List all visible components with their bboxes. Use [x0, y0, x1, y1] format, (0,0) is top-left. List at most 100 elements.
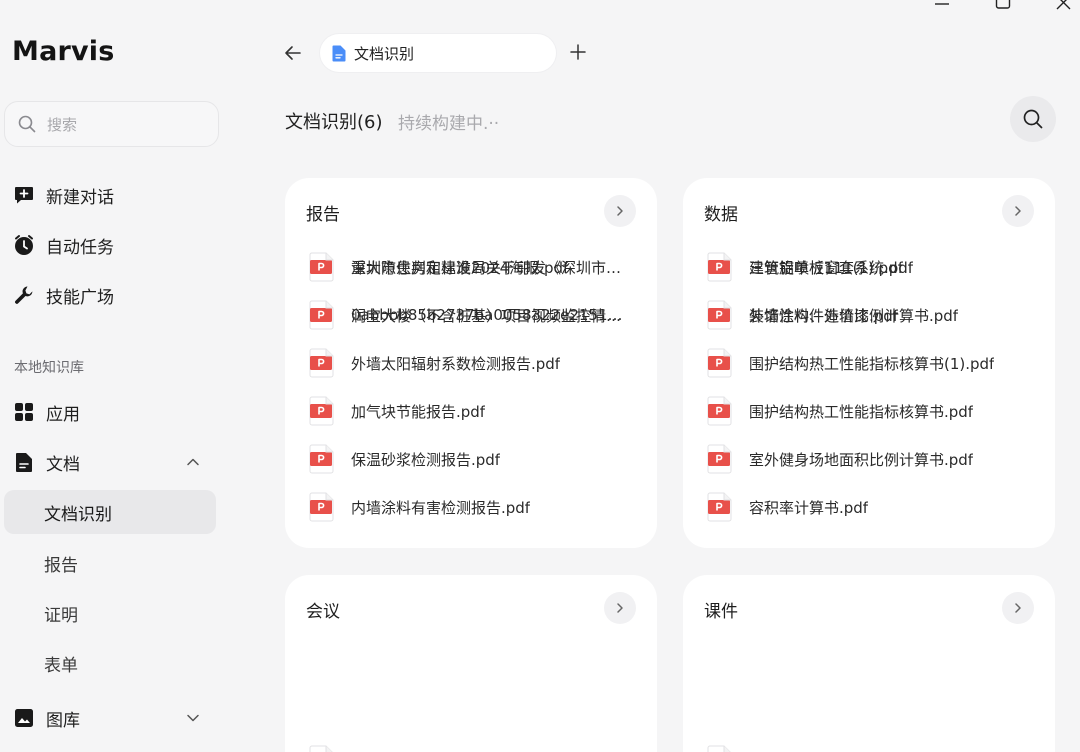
skills-market-label: 技能广场	[46, 287, 114, 308]
certificates-label: 证明	[44, 605, 78, 626]
pdf-file-icon	[707, 444, 733, 474]
file-item[interactable]: 室外健身场地面积比例计算书.pdf	[707, 443, 973, 475]
search-button[interactable]	[1010, 96, 1056, 142]
file-item[interactable]: 外墙涂料、外墙漆.pdf	[707, 299, 898, 331]
pdf-file-icon	[707, 300, 733, 330]
sidebar-search-input[interactable]: 搜索	[4, 101, 219, 147]
forms-label: 表单	[44, 655, 78, 676]
file-item[interactable]: 内墙涂料有害检测报告.pdf	[309, 491, 530, 523]
category-card: 数据 三管旋喷桩111(1).pdf 装饰性构件造价比例计算书.pdf 围护结构热工性…	[683, 178, 1055, 548]
file-name: 围护结构热工性能指标核算书.pdf	[749, 402, 974, 421]
apps-label: 应用	[46, 404, 80, 425]
wrench-icon	[12, 283, 36, 307]
chevron-down-icon[interactable]	[184, 709, 202, 727]
chevron-right-icon	[1015, 206, 1021, 216]
file-item[interactable]: 深圳市住房和建设局关于印发《深圳市建设工程.pdf	[309, 251, 629, 283]
tab-label: 文档识别	[354, 44, 415, 63]
card-expand-button[interactable]	[604, 592, 636, 624]
auto-task-label: 自动任务	[46, 237, 114, 258]
new-chat-button[interactable]: 新建对话	[12, 177, 114, 213]
pdf-file-icon	[309, 745, 335, 752]
document-tab-icon	[332, 45, 346, 61]
file-item[interactable]: 容积率计算书.pdf	[707, 491, 868, 523]
sidebar-item-forms[interactable]: 表单	[4, 641, 216, 685]
sidebar: Marvis 搜索 新建对话 自动任务 技能广场 本地知识库 应用 文档 文档识…	[0, 0, 234, 752]
card-expand-button[interactable]	[604, 195, 636, 227]
file-name: 围护结构热工性能指标核算书(1).pdf	[749, 354, 995, 373]
file-name: 内墙涂料有害检测报告.pdf	[351, 498, 531, 517]
chevron-right-icon	[617, 603, 623, 613]
new-chat-icon	[12, 183, 36, 207]
file-name: 建筑铝单板窗套系统.pdf	[749, 258, 914, 277]
pdf-file-icon	[707, 396, 733, 426]
file-name: 深圳市住房和建设局关于印发《深圳市建设工程.pdf	[351, 258, 629, 277]
grid-icon	[12, 400, 36, 424]
file-name: 外墙涂料、外墙漆.pdf	[749, 306, 899, 325]
sidebar-item-reports[interactable]: 报告	[4, 541, 216, 585]
search-placeholder: 搜索	[47, 115, 78, 134]
add-tab-icon[interactable]	[569, 43, 587, 61]
card-expand-button[interactable]	[1002, 195, 1034, 227]
clock-icon	[12, 233, 36, 257]
sidebar-item-gallery[interactable]: 图库	[12, 700, 80, 736]
file-item[interactable]: 建筑铝单板窗套系统.pdf	[707, 251, 913, 283]
category-card: 课件 建筑铝单板窗套系统.pdf 外墙涂料、外墙漆.pdf	[683, 252, 1055, 752]
card-title: 报告	[306, 205, 340, 225]
minimize-icon[interactable]	[934, 0, 950, 8]
category-card: 报告重大隐患判定标准2024海报.pdf润宝大楼（不含桩基）项目视频监控情况说明…	[285, 178, 657, 548]
pdf-file-icon	[309, 252, 335, 282]
doc-recognition-label: 文档识别	[44, 504, 112, 525]
file-item[interactable]: 外墙太阳辐射系数检测报告.pdf	[309, 347, 560, 379]
chevron-right-icon	[617, 206, 623, 216]
file-name: 外墙太阳辐射系数检测报告.pdf	[351, 354, 561, 373]
sidebar-item-certificates[interactable]: 证明	[4, 591, 216, 635]
card-title: 会议	[306, 602, 340, 622]
file-name: 加气块节能报告.pdf	[351, 402, 486, 421]
reports-label: 报告	[44, 555, 78, 576]
pdf-file-icon	[707, 252, 733, 282]
page-subtitle: 持续构建中.··	[398, 114, 500, 134]
pdf-file-icon	[707, 745, 733, 752]
search-icon	[1023, 109, 1043, 129]
search-icon	[18, 115, 36, 133]
maximize-icon[interactable]	[995, 0, 1011, 10]
back-arrow-icon[interactable]	[282, 42, 304, 64]
file-item[interactable]: 围护结构热工性能指标核算书(1).pdf	[707, 347, 994, 379]
file-item[interactable]: 0abbbb85b2737ba0058322e2151a08cd.pdf	[309, 299, 629, 331]
file-item[interactable]: 保温砂浆检测报告.pdf	[309, 443, 500, 475]
sidebar-item-apps[interactable]: 应用	[12, 394, 80, 430]
new-chat-label: 新建对话	[46, 187, 114, 208]
file-name: 0abbbb85b2737ba0058322e2151a08cd.pdf	[351, 306, 629, 324]
sidebar-item-doc-recognition[interactable]: 文档识别	[4, 490, 216, 534]
card-title: 课件	[704, 602, 738, 622]
local-knowledge-label: 本地知识库	[14, 360, 84, 376]
pdf-file-icon	[309, 444, 335, 474]
file-name: 保温砂浆检测报告.pdf	[351, 450, 501, 469]
page-title: 文档识别(6)	[285, 112, 383, 133]
document-icon	[12, 450, 36, 474]
pdf-file-icon	[309, 348, 335, 378]
file-item[interactable]: 围护结构热工性能指标核算书.pdf	[707, 395, 973, 427]
documents-label: 文档	[46, 454, 80, 475]
card-expand-button[interactable]	[1002, 592, 1034, 624]
skills-market-button[interactable]: 技能广场	[12, 277, 114, 313]
file-name: 室外健身场地面积比例计算书.pdf	[749, 450, 974, 469]
pdf-file-icon	[707, 492, 733, 522]
image-icon	[12, 706, 36, 730]
pdf-file-icon	[309, 492, 335, 522]
category-card: 会议 深圳市住房和建设局关于印发《深圳市建设工程.pdf 0abbbb85b2737…	[285, 252, 657, 752]
card-title: 数据	[704, 205, 738, 225]
file-item[interactable]: 加气块节能报告.pdf	[309, 395, 485, 427]
pdf-file-icon	[309, 300, 335, 330]
pdf-file-icon	[707, 348, 733, 378]
gallery-label: 图库	[46, 710, 80, 731]
pdf-file-icon	[309, 396, 335, 426]
close-icon[interactable]	[1056, 0, 1072, 10]
app-logo: Marvis	[12, 36, 115, 67]
sidebar-item-documents[interactable]: 文档	[12, 444, 80, 480]
auto-task-button[interactable]: 自动任务	[12, 227, 114, 263]
file-name: 容积率计算书.pdf	[749, 498, 869, 517]
chevron-right-icon	[1015, 603, 1021, 613]
chevron-up-icon[interactable]	[184, 453, 202, 471]
tab-doc-recognition[interactable]: 文档识别	[320, 34, 556, 72]
